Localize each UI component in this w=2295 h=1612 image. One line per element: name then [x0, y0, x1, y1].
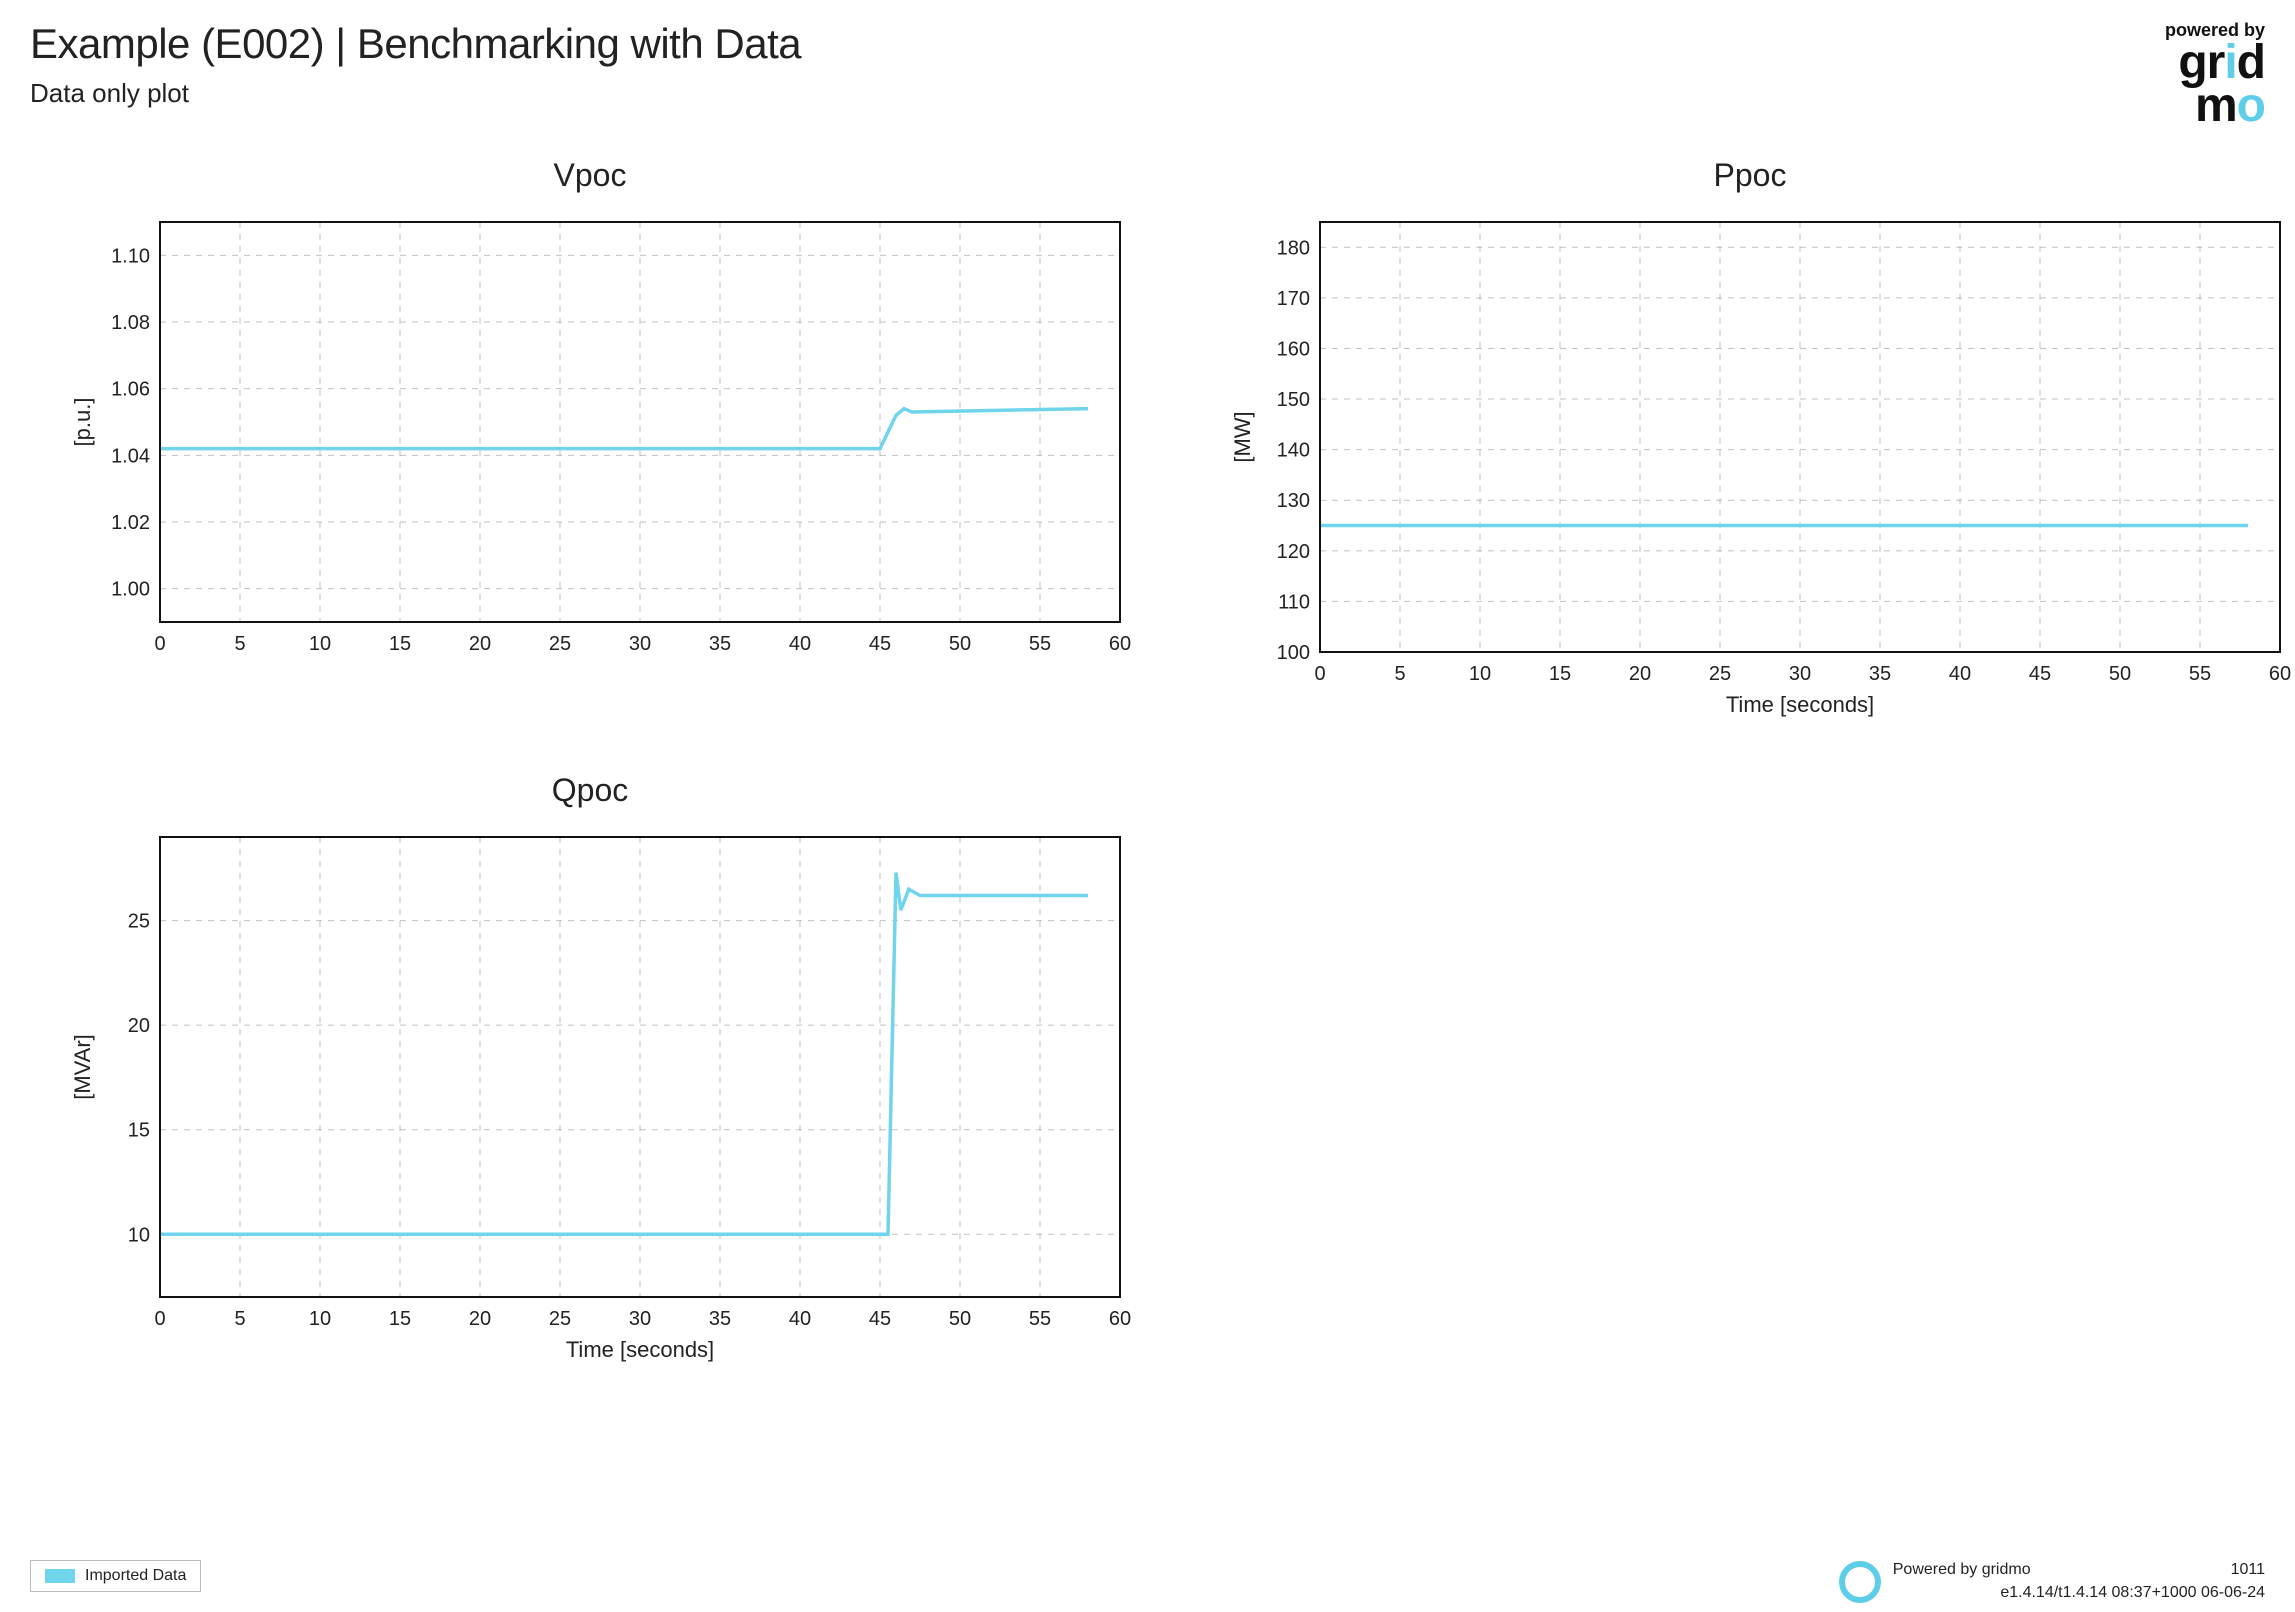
svg-text:15: 15 [389, 1308, 411, 1330]
page-subtitle: Data only plot [30, 78, 801, 109]
svg-text:100: 100 [1277, 642, 1310, 664]
svg-text:0: 0 [1314, 663, 1325, 685]
svg-text:30: 30 [629, 633, 651, 655]
svg-text:25: 25 [549, 1308, 571, 1330]
svg-text:1.04: 1.04 [111, 446, 150, 468]
svg-text:45: 45 [869, 1308, 891, 1330]
svg-text:120: 120 [1277, 541, 1310, 563]
svg-text:150: 150 [1277, 389, 1310, 411]
svg-text:20: 20 [128, 1016, 150, 1038]
svg-text:35: 35 [709, 633, 731, 655]
svg-text:50: 50 [949, 633, 971, 655]
svg-text:45: 45 [2029, 663, 2051, 685]
svg-text:[MVAr]: [MVAr] [70, 1035, 95, 1101]
svg-text:50: 50 [2109, 663, 2131, 685]
legend-swatch-icon [45, 1569, 75, 1583]
svg-text:180: 180 [1277, 238, 1310, 260]
svg-text:55: 55 [2189, 663, 2211, 685]
svg-text:[p.u.]: [p.u.] [70, 398, 95, 447]
footer-right: Powered by gridmo 1011 e1.4.14/t1.4.14 0… [1839, 1559, 2265, 1604]
svg-text:20: 20 [469, 633, 491, 655]
footer-powered: Powered by gridmo [1893, 1559, 2031, 1581]
svg-text:30: 30 [629, 1308, 651, 1330]
legend: Imported Data [30, 1560, 201, 1592]
svg-text:60: 60 [2269, 663, 2291, 685]
svg-text:35: 35 [709, 1308, 731, 1330]
svg-text:1.02: 1.02 [111, 512, 150, 534]
svg-text:60: 60 [1109, 633, 1131, 655]
header: Example (E002) | Benchmarking with Data … [30, 20, 2265, 127]
svg-text:40: 40 [789, 1308, 811, 1330]
page-title: Example (E002) | Benchmarking with Data [30, 20, 801, 68]
chart-ppoc: Ppoc 0 5 10 15 20 25 30 35 40 45 50 55 60 Time [secon… [1200, 157, 2295, 732]
svg-text:[MW]: [MW] [1230, 412, 1255, 463]
svg-text:25: 25 [1709, 663, 1731, 685]
svg-text:140: 140 [1277, 440, 1310, 462]
svg-text:15: 15 [1549, 663, 1571, 685]
svg-text:Time [seconds]: Time [seconds] [566, 1337, 714, 1362]
svg-text:5: 5 [234, 633, 245, 655]
svg-text:20: 20 [469, 1308, 491, 1330]
svg-text:5: 5 [1394, 663, 1405, 685]
svg-text:35: 35 [1869, 663, 1891, 685]
svg-text:45: 45 [869, 633, 891, 655]
footer-pagenum: 1011 [2231, 1559, 2265, 1581]
svg-text:15: 15 [128, 1120, 150, 1142]
svg-text:10: 10 [309, 1308, 331, 1330]
gridmo-logo: gridmo [2165, 41, 2265, 127]
svg-text:1.06: 1.06 [111, 379, 150, 401]
logo: powered by gridmo [2165, 20, 2265, 127]
svg-text:Time [seconds]: Time [seconds] [1726, 692, 1874, 717]
svg-text:10: 10 [1469, 663, 1491, 685]
svg-text:1.08: 1.08 [111, 312, 150, 334]
footer-circle-icon [1839, 1561, 1881, 1603]
chart-qpoc: Qpoc 0 5 10 15 20 25 30 35 40 45 50 55 60 Time [secon… [40, 772, 1140, 1377]
svg-text:0: 0 [154, 1308, 165, 1330]
chart-title-qpoc: Qpoc [552, 772, 628, 809]
svg-text:25: 25 [128, 911, 150, 933]
chart-svg-vpoc: 0 5 10 15 20 25 30 35 40 45 50 55 60 1.00 1.02 1.04 1.06… [40, 202, 1140, 662]
svg-text:0: 0 [154, 633, 165, 655]
chart-svg-ppoc: 0 5 10 15 20 25 30 35 40 45 50 55 60 Time [seconds] 10… [1200, 202, 2295, 732]
chart-title-ppoc: Ppoc [1714, 157, 1787, 194]
chart-svg-qpoc: 0 5 10 15 20 25 30 35 40 45 50 55 60 Time [seconds] 10… [40, 817, 1140, 1377]
svg-text:60: 60 [1109, 1308, 1131, 1330]
svg-text:55: 55 [1029, 1308, 1051, 1330]
svg-text:110: 110 [1278, 592, 1310, 614]
svg-text:25: 25 [549, 633, 571, 655]
svg-text:30: 30 [1789, 663, 1811, 685]
charts-grid: Vpoc 0510152025303540455055601.001.021.0… [30, 157, 2265, 1377]
svg-text:50: 50 [949, 1308, 971, 1330]
legend-label: Imported Data [85, 1567, 186, 1585]
svg-text:40: 40 [1949, 663, 1971, 685]
footer-version: e1.4.14/t1.4.14 08:37+1000 06-06-24 [2000, 1582, 2265, 1604]
svg-text:160: 160 [1277, 339, 1310, 361]
svg-text:1.10: 1.10 [111, 246, 150, 268]
svg-text:170: 170 [1277, 288, 1310, 310]
svg-text:10: 10 [128, 1225, 150, 1247]
svg-text:20: 20 [1629, 663, 1651, 685]
svg-text:10: 10 [309, 633, 331, 655]
svg-text:5: 5 [234, 1308, 245, 1330]
svg-text:55: 55 [1029, 633, 1051, 655]
svg-text:1.00: 1.00 [111, 579, 150, 601]
svg-text:130: 130 [1277, 491, 1310, 513]
chart-title-vpoc: Vpoc [554, 157, 627, 194]
svg-text:40: 40 [789, 633, 811, 655]
chart-vpoc: Vpoc 0 5 10 15 20 25 30 35 40 45 50 55 60 1.00 1.02 1.0… [40, 157, 1140, 732]
svg-text:15: 15 [389, 633, 411, 655]
